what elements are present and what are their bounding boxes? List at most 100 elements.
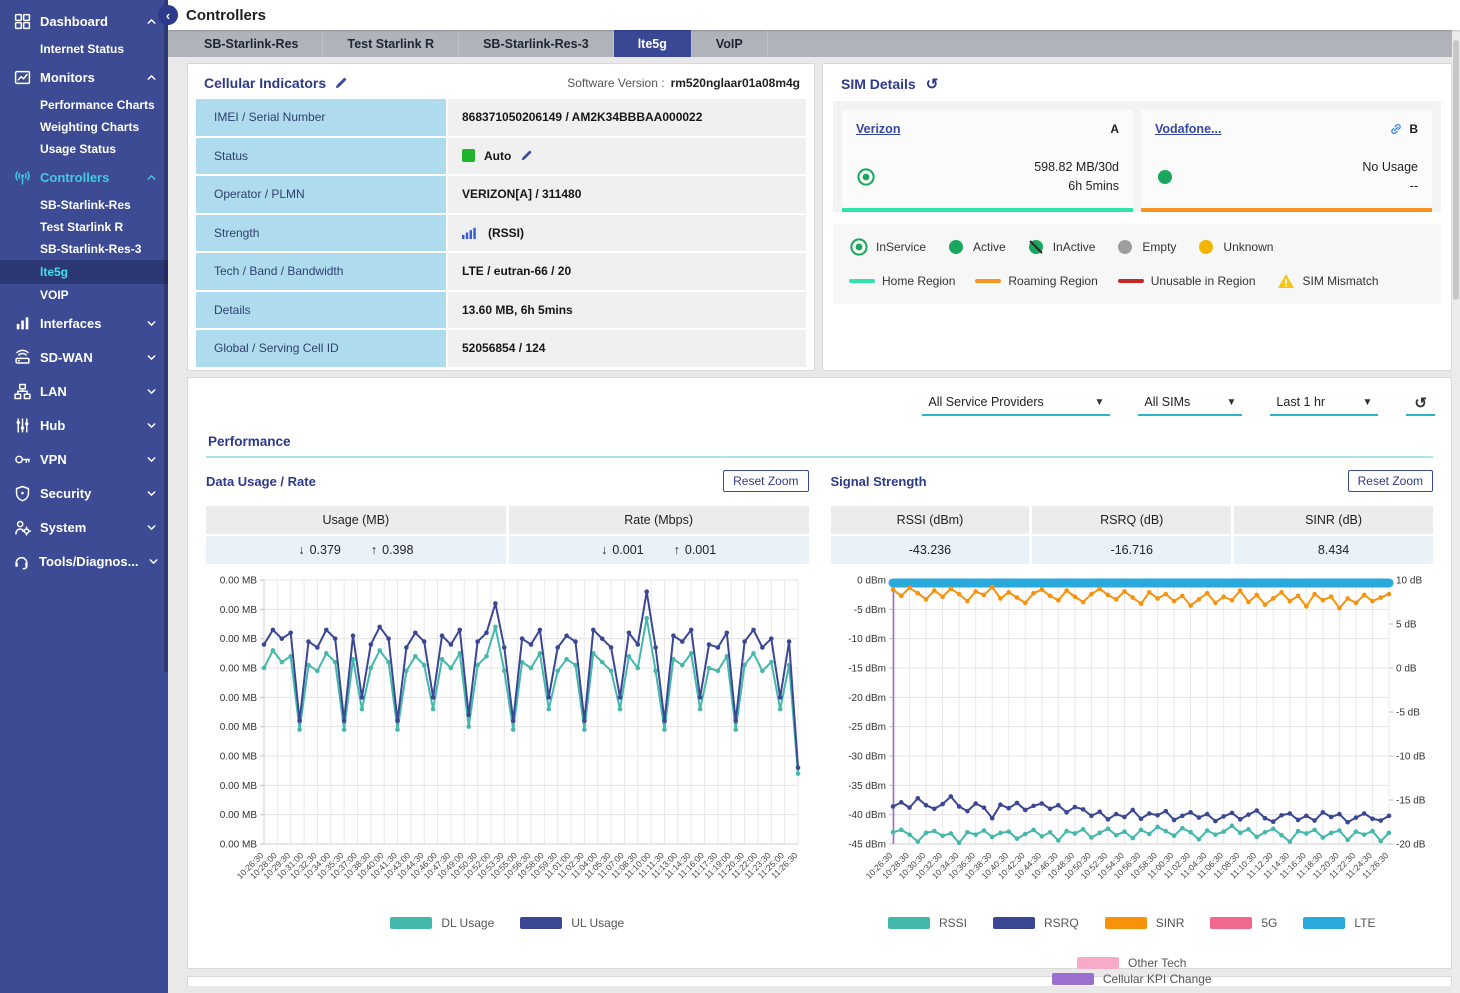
- svg-text:0.00 MB: 0.00 MB: [220, 752, 258, 763]
- time-range-select[interactable]: Last 1 hr ▼: [1270, 392, 1378, 416]
- sidebar-item-sb-starlink-res[interactable]: SB-Starlink-Res: [0, 194, 168, 216]
- carrier-link[interactable]: Verizon: [856, 122, 900, 136]
- stat-header: RSRQ (dB): [1032, 506, 1231, 534]
- charts-refresh-icon[interactable]: ↺: [1406, 394, 1435, 416]
- table-row: Global / Serving Cell ID52056854 / 124: [196, 330, 806, 367]
- signal-strength-chart[interactable]: 0 dBm-5 dBm-10 dBm-15 dBm-20 dBm-25 dBm-…: [831, 572, 1456, 914]
- rate-up-value: 0.001: [685, 543, 716, 557]
- signal-legend-row: RSSIRSRQSINR5GLTEOther Tech: [831, 916, 1434, 970]
- svg-text:0.00 MB: 0.00 MB: [220, 840, 258, 851]
- cellular-indicators-panel: Cellular Indicators Software Version :rm…: [187, 63, 815, 371]
- row-value: (RSSI): [448, 215, 806, 252]
- tab-sb-starlink-res[interactable]: SB-Starlink-Res: [180, 30, 323, 57]
- sim-status-active-icon: [1155, 167, 1175, 187]
- sim-card-a: VerizonA598.82 MB/30d6h 5mins: [842, 110, 1133, 212]
- svg-text:0.00 MB: 0.00 MB: [220, 810, 258, 821]
- carrier-link[interactable]: Vodafone...: [1155, 122, 1221, 136]
- edit-status-icon[interactable]: [520, 149, 533, 162]
- sidebar-item-controllers[interactable]: Controllers: [0, 160, 168, 194]
- status-green-indicator: [462, 149, 475, 162]
- sidebar-item-sb-starlink-res-3[interactable]: SB-Starlink-Res-3: [0, 238, 168, 260]
- sidebar-item-internet-status[interactable]: Internet Status: [0, 38, 168, 60]
- sidebar-item-hub[interactable]: Hub: [0, 408, 168, 442]
- scrollbar-thumb[interactable]: [1453, 40, 1459, 300]
- svg-text:-15 dB: -15 dB: [1396, 796, 1426, 807]
- sim-status-inservice-icon: [856, 167, 876, 187]
- chevron-down-icon: ▼: [1227, 397, 1237, 408]
- service-provider-select[interactable]: All Service Providers ▼: [922, 392, 1110, 416]
- sidebar-item-system[interactable]: System: [0, 510, 168, 544]
- row-value: 52056854 / 124: [448, 330, 806, 367]
- svg-text:-35 dBm: -35 dBm: [848, 781, 886, 792]
- data-usage-chart[interactable]: 0.00 MB 0.00 MB 0.00 MB 0.00 MB 0.00 MB 0.00 …: [206, 572, 806, 914]
- sidebar-item-security[interactable]: Security: [0, 476, 168, 510]
- svg-text:0.00 MB: 0.00 MB: [220, 781, 258, 792]
- sidebar-item-voip[interactable]: VOIP: [0, 284, 168, 306]
- sidebar-scrollbar[interactable]: [164, 0, 168, 672]
- sidebar-item-vpn[interactable]: VPN: [0, 442, 168, 476]
- stat-header: SINR (dB): [1234, 506, 1433, 534]
- legend-item-rsrq: RSRQ: [993, 916, 1079, 930]
- sidebar-item-weighting-charts[interactable]: Weighting Charts: [0, 116, 168, 138]
- svg-text:-15 dBm: -15 dBm: [848, 664, 886, 675]
- sim-card-b: Vodafone...BNo Usage--: [1141, 110, 1432, 212]
- sidebar: DashboardInternet StatusMonitorsPerforma…: [0, 0, 168, 993]
- sims-select[interactable]: All SIMs ▼: [1138, 392, 1242, 416]
- series-color-swatch: [1105, 917, 1147, 929]
- upload-arrow-icon: ↑: [674, 543, 680, 557]
- reset-zoom-button[interactable]: Reset Zoom: [1348, 470, 1433, 492]
- chevron-down-icon: ▼: [1095, 397, 1105, 408]
- svg-text:0.00 MB: 0.00 MB: [220, 576, 258, 587]
- sidebar-item-lan[interactable]: LAN: [0, 374, 168, 408]
- sim-details-title: SIM Details: [841, 76, 916, 92]
- chevron-down-icon: ▼: [1363, 397, 1373, 408]
- sidebar-item-sd-wan[interactable]: SD-WAN: [0, 340, 168, 374]
- download-arrow-icon: ↓: [601, 543, 607, 557]
- sim-refresh-icon[interactable]: ↺: [926, 75, 939, 93]
- active-status-icon: [946, 237, 966, 257]
- performance-panel: All Service Providers ▼ All SIMs ▼ Last …: [187, 377, 1452, 969]
- chevron-up-icon: [145, 15, 158, 28]
- reset-zoom-button[interactable]: Reset Zoom: [723, 470, 808, 492]
- chevron-down-icon: [145, 351, 158, 364]
- stat-value: -43.236: [831, 536, 1030, 564]
- svg-text:5 dB: 5 dB: [1396, 620, 1417, 631]
- cellular-indicators-title: Cellular Indicators: [204, 75, 326, 91]
- signal-stat: SINR (dB)8.434: [1234, 506, 1433, 564]
- page-title: Controllers: [186, 7, 266, 24]
- row-label: IMEI / Serial Number: [196, 99, 446, 136]
- legend-item-empty: Empty: [1115, 237, 1176, 257]
- table-row: Tech / Band / BandwidthLTE / eutran-66 /…: [196, 253, 806, 290]
- rate-stat-header: Rate (Mbps): [509, 506, 809, 534]
- tab-test-starlink-r[interactable]: Test Starlink R: [323, 30, 459, 57]
- tab-voip[interactable]: VoIP: [692, 30, 768, 57]
- svg-text:0.00 MB: 0.00 MB: [220, 693, 258, 704]
- sidebar-item-tools-diagnos-[interactable]: Tools/Diagnos...: [0, 544, 168, 578]
- window-scrollbar[interactable]: [1452, 0, 1460, 993]
- legend-item-cellular-kpi-change: Cellular KPI Change: [1052, 972, 1212, 986]
- sim-legend: InServiceActiveInActiveEmptyUnknownHome …: [833, 224, 1441, 304]
- sidebar-item-label: Hub: [40, 418, 65, 433]
- sidebar-item-label: System: [40, 520, 86, 535]
- download-arrow-icon: ↓: [298, 543, 304, 557]
- svg-text:0.00 MB: 0.00 MB: [220, 634, 258, 645]
- stat-value: -16.716: [1032, 536, 1231, 564]
- rate-down-value: 0.001: [612, 543, 643, 557]
- svg-text:-10 dBm: -10 dBm: [848, 634, 886, 645]
- sidebar-item-monitors[interactable]: Monitors: [0, 60, 168, 94]
- row-label: Operator / PLMN: [196, 176, 446, 213]
- sidebar-item-interfaces[interactable]: Interfaces: [0, 306, 168, 340]
- tab-lte5g[interactable]: lte5g: [614, 30, 692, 57]
- sidebar-item-usage-status[interactable]: Usage Status: [0, 138, 168, 160]
- data-usage-legend: DL UsageUL Usage: [206, 916, 809, 930]
- tab-sb-starlink-res-3[interactable]: SB-Starlink-Res-3: [459, 30, 614, 57]
- sidebar-item-label: Interfaces: [40, 316, 101, 331]
- stat-value: 8.434: [1234, 536, 1433, 564]
- sidebar-item-lte5g[interactable]: lte5g: [0, 260, 168, 284]
- collapse-sidebar-button[interactable]: ‹: [158, 5, 178, 25]
- sim-cards: VerizonA598.82 MB/30d6h 5minsVodafone...…: [833, 101, 1441, 212]
- sidebar-item-dashboard[interactable]: Dashboard: [0, 4, 168, 38]
- sidebar-item-test-starlink-r[interactable]: Test Starlink R: [0, 216, 168, 238]
- sidebar-item-performance-charts[interactable]: Performance Charts: [0, 94, 168, 116]
- edit-cellular-icon[interactable]: [334, 76, 348, 90]
